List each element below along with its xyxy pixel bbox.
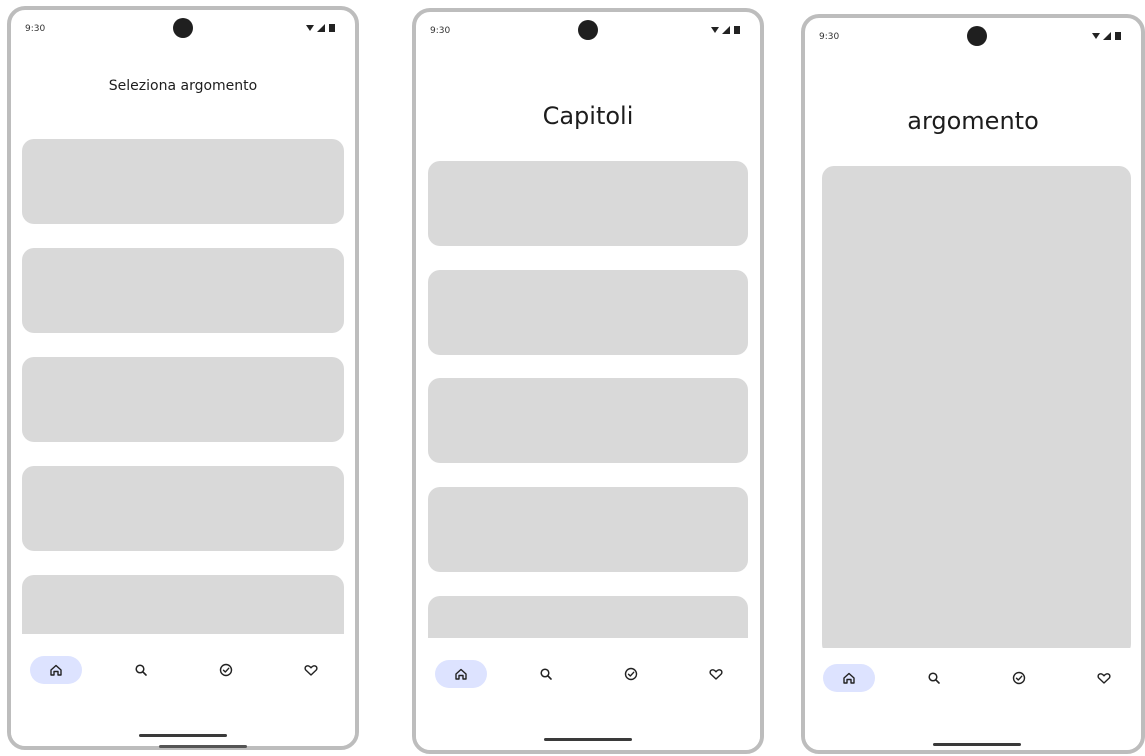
check-circle-icon xyxy=(219,663,233,677)
nav-favorites[interactable] xyxy=(285,656,337,684)
nav-favorites[interactable] xyxy=(1078,664,1130,692)
home-indicator xyxy=(933,743,1021,746)
phone-screen-chapters: 9:30 Capitoli xyxy=(412,8,764,754)
bottom-navigation xyxy=(805,648,1141,750)
chapter-card[interactable] xyxy=(428,161,748,246)
search-icon xyxy=(540,668,552,680)
signal-icon xyxy=(317,24,325,32)
nav-home[interactable] xyxy=(30,656,82,684)
camera-cutout xyxy=(967,26,987,46)
chapter-card[interactable] xyxy=(428,378,748,463)
phone-screen-topic-detail: 9:30 argomento xyxy=(801,14,1145,754)
wifi-icon xyxy=(711,27,719,33)
heart-icon xyxy=(709,669,723,680)
wifi-icon xyxy=(1092,33,1100,39)
heart-icon xyxy=(1097,673,1111,684)
status-time: 9:30 xyxy=(819,32,840,42)
bottom-navigation xyxy=(11,634,355,746)
home-indicator xyxy=(139,734,227,737)
signal-icon xyxy=(722,26,730,34)
page-title: Seleziona argomento xyxy=(108,78,258,94)
camera-cutout xyxy=(578,20,598,40)
home-indicator-shadow xyxy=(159,745,247,748)
nav-home[interactable] xyxy=(435,660,487,688)
search-icon xyxy=(928,672,940,684)
page-title: argomento xyxy=(907,107,1039,135)
nav-home[interactable] xyxy=(823,664,875,692)
topic-card[interactable] xyxy=(22,139,344,224)
home-icon xyxy=(455,668,467,680)
check-circle-icon xyxy=(624,667,638,681)
chapter-card[interactable] xyxy=(428,270,748,355)
phone-screen-topics: 9:30 Seleziona argomento xyxy=(7,6,359,750)
status-icons xyxy=(1092,32,1121,40)
topic-card[interactable] xyxy=(22,357,344,442)
home-indicator xyxy=(544,738,632,741)
status-icons xyxy=(306,24,335,32)
chapter-card[interactable] xyxy=(428,487,748,572)
home-icon xyxy=(843,672,855,684)
nav-search[interactable] xyxy=(908,664,960,692)
wifi-icon xyxy=(306,25,314,31)
camera-cutout xyxy=(173,18,193,38)
status-icons xyxy=(711,26,740,34)
nav-search[interactable] xyxy=(115,656,167,684)
battery-icon xyxy=(329,24,335,32)
page-title: Capitoli xyxy=(542,102,634,130)
topic-card[interactable] xyxy=(22,466,344,551)
bottom-navigation xyxy=(416,638,760,750)
topic-card[interactable] xyxy=(22,248,344,333)
nav-favorites[interactable] xyxy=(690,660,742,688)
signal-icon xyxy=(1103,32,1111,40)
content-panel xyxy=(822,166,1131,656)
check-circle-icon xyxy=(1012,671,1026,685)
battery-icon xyxy=(1115,32,1121,40)
nav-completed[interactable] xyxy=(993,664,1045,692)
home-icon xyxy=(50,664,62,676)
battery-icon xyxy=(734,26,740,34)
nav-search[interactable] xyxy=(520,660,572,688)
status-time: 9:30 xyxy=(430,26,451,36)
status-time: 9:30 xyxy=(25,24,46,34)
heart-icon xyxy=(304,665,318,676)
nav-completed[interactable] xyxy=(200,656,252,684)
nav-completed[interactable] xyxy=(605,660,657,688)
search-icon xyxy=(135,664,147,676)
